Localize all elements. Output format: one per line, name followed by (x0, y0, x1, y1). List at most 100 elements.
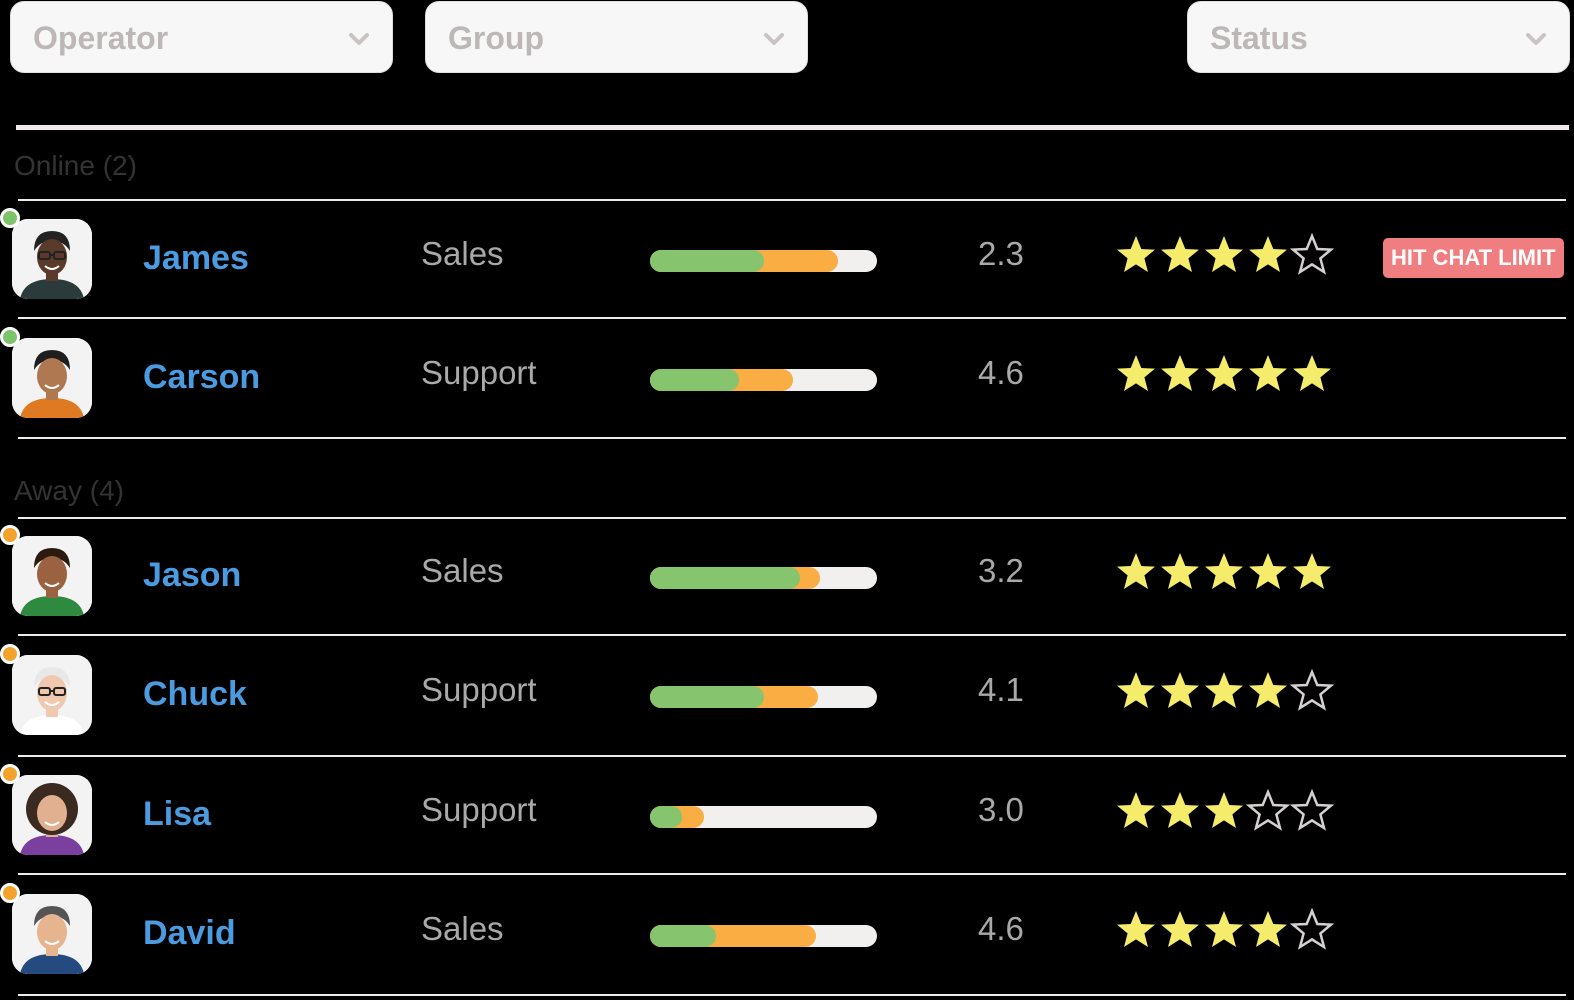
chevron-down-icon (349, 33, 369, 45)
avatar (12, 219, 92, 299)
chat-load-bar (650, 250, 877, 272)
chat-limit-badge: HIT CHAT LIMIT (1383, 238, 1564, 278)
operator-group: Support (421, 791, 537, 828)
operator-row[interactable]: Jason Sales 3.2 (0, 518, 1574, 636)
chat-load-bar (650, 369, 877, 391)
operator-score: 3.0 (978, 791, 1024, 828)
operator-name[interactable]: James (143, 239, 249, 278)
chat-load-bar-green (650, 369, 739, 391)
header-divider (16, 125, 1569, 130)
operator-group: Support (421, 671, 537, 708)
operator-score: 2.3 (978, 235, 1024, 272)
row-divider (18, 634, 1566, 636)
star-empty-icon (1290, 669, 1334, 711)
operator-filter-dropdown[interactable]: Operator (10, 1, 393, 73)
star-rating (1114, 550, 1334, 594)
star-filled-icon (1205, 355, 1243, 391)
chat-load-bar-green (650, 567, 800, 589)
status-dot-away (0, 644, 20, 664)
star-filled-icon (1117, 236, 1155, 272)
star-filled-icon (1205, 792, 1243, 828)
operator-name[interactable]: Lisa (143, 795, 211, 834)
operator-score: 4.6 (978, 354, 1024, 391)
operator-name[interactable]: Jason (143, 556, 241, 595)
operator-filter-label: Operator (33, 20, 169, 56)
operator-name[interactable]: Carson (143, 358, 260, 397)
star-rating (1114, 669, 1334, 713)
operator-row[interactable]: James Sales 2.3 HIT CHAT LIMIT (0, 201, 1574, 319)
avatar (12, 338, 92, 418)
chevron-down-icon (1526, 33, 1546, 45)
star-filled-icon (1161, 236, 1199, 272)
operator-row[interactable]: Carson Support 4.6 (0, 320, 1574, 438)
star-filled-icon (1205, 672, 1243, 708)
section-header-online: Online (2) (14, 150, 137, 181)
row-divider (18, 994, 1566, 996)
star-filled-icon (1161, 553, 1199, 589)
avatar (12, 894, 92, 974)
status-filter-dropdown[interactable]: Status (1187, 1, 1570, 73)
star-filled-icon (1205, 911, 1243, 947)
status-dot-away (0, 525, 20, 545)
section-header-away: Away (4) (14, 475, 124, 506)
chat-load-bar-green (650, 250, 764, 272)
operator-group: Sales (421, 910, 504, 947)
avatar (12, 655, 92, 735)
operator-score: 3.2 (978, 552, 1024, 589)
star-rating (1114, 789, 1334, 833)
group-filter-label: Group (448, 20, 544, 56)
status-dot-away (0, 883, 20, 903)
star-empty-icon (1290, 789, 1334, 831)
star-empty-icon (1290, 233, 1334, 275)
star-filled-icon (1205, 236, 1243, 272)
star-rating (1114, 908, 1334, 952)
chat-load-bar (650, 567, 877, 589)
star-filled-icon (1117, 355, 1155, 391)
star-filled-icon (1117, 553, 1155, 589)
status-filter-label: Status (1210, 20, 1308, 56)
star-filled-icon (1117, 672, 1155, 708)
star-filled-icon (1161, 355, 1199, 391)
row-divider (18, 437, 1566, 439)
operator-name[interactable]: David (143, 914, 236, 953)
star-filled-icon (1249, 236, 1287, 272)
chat-load-bar (650, 806, 877, 828)
group-filter-dropdown[interactable]: Group (425, 1, 808, 73)
star-filled-icon (1117, 911, 1155, 947)
star-filled-icon (1293, 553, 1331, 589)
status-dot-online (0, 208, 20, 228)
operator-row[interactable]: Chuck Support 4.1 (0, 637, 1574, 755)
row-divider (18, 317, 1566, 319)
chat-load-bar (650, 686, 877, 708)
star-rating (1114, 233, 1334, 277)
operator-name[interactable]: Chuck (143, 675, 247, 714)
status-dot-online (0, 327, 20, 347)
operator-row[interactable]: David Sales 4.6 (0, 876, 1574, 994)
operator-group: Support (421, 354, 537, 391)
chat-load-bar-green (650, 806, 682, 828)
operator-score: 4.1 (978, 671, 1024, 708)
star-filled-icon (1249, 911, 1287, 947)
chat-load-bar (650, 925, 877, 947)
operator-group: Sales (421, 552, 504, 589)
status-dot-away (0, 764, 20, 784)
star-filled-icon (1249, 672, 1287, 708)
star-filled-icon (1249, 355, 1287, 391)
chevron-down-icon (764, 33, 784, 45)
star-empty-icon (1246, 789, 1290, 831)
star-rating (1114, 352, 1334, 396)
star-filled-icon (1293, 355, 1331, 391)
avatar (12, 536, 92, 616)
star-filled-icon (1205, 553, 1243, 589)
row-divider (18, 873, 1566, 875)
star-filled-icon (1161, 911, 1199, 947)
star-filled-icon (1161, 792, 1199, 828)
star-filled-icon (1117, 792, 1155, 828)
star-filled-icon (1249, 553, 1287, 589)
operator-group: Sales (421, 235, 504, 272)
operator-score: 4.6 (978, 910, 1024, 947)
operator-row[interactable]: Lisa Support 3.0 (0, 757, 1574, 875)
star-filled-icon (1161, 672, 1199, 708)
chat-load-bar-green (650, 686, 764, 708)
chat-load-bar-green (650, 925, 716, 947)
